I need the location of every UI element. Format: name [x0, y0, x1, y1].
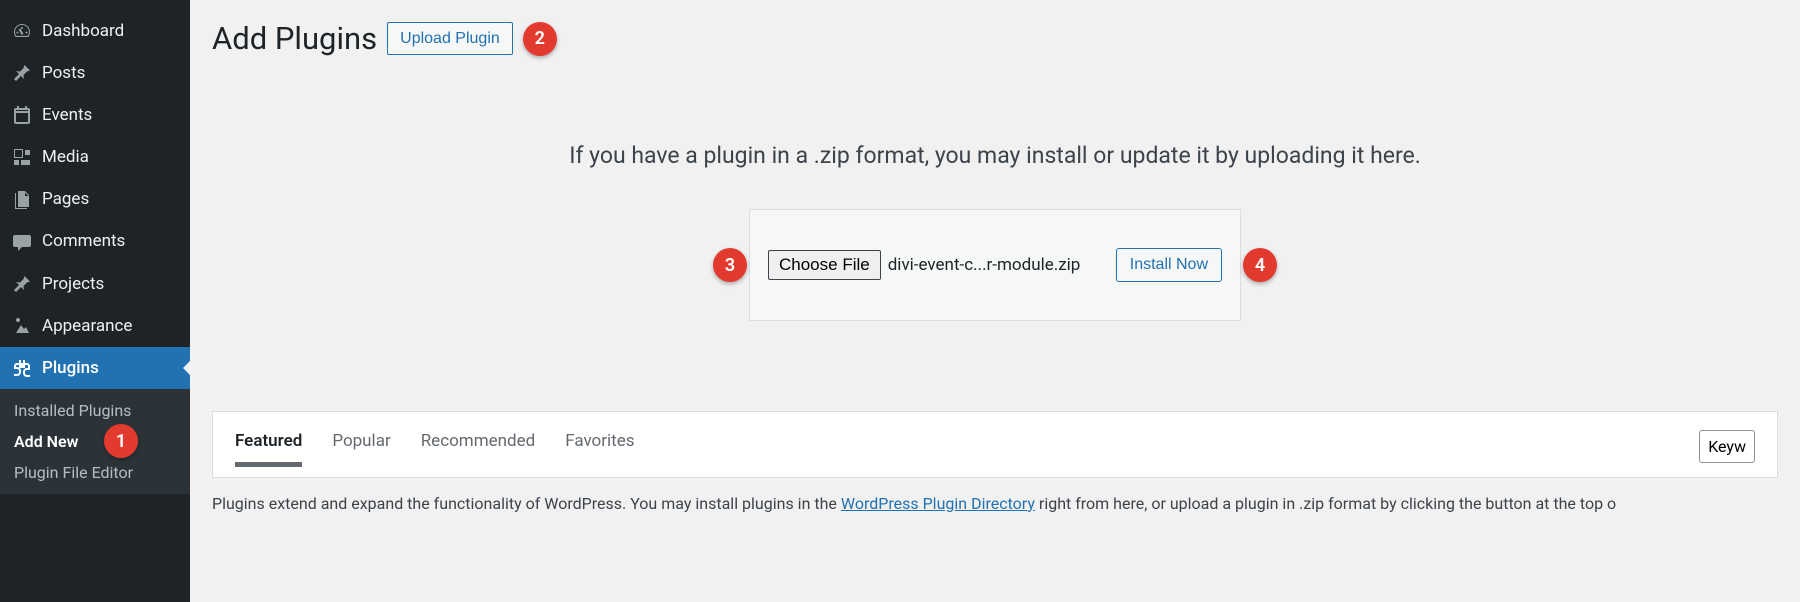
step-badge-3: 3: [713, 248, 747, 282]
sidebar-item-label: Plugins: [42, 357, 99, 379]
search-controls: Keyw: [1699, 430, 1755, 463]
submenu-label: Add New: [14, 432, 78, 451]
page-title: Add Plugins: [212, 20, 377, 57]
admin-sidebar: Dashboard Posts Events Media Pages Comme…: [0, 0, 190, 602]
media-icon: [12, 147, 32, 167]
sidebar-item-label: Appearance: [42, 315, 132, 337]
main-content: Add Plugins Upload Plugin 2 If you have …: [190, 0, 1800, 602]
plugins-description: Plugins extend and expand the functional…: [212, 492, 1778, 516]
step-badge-2: 2: [523, 22, 557, 56]
comments-icon: [12, 232, 32, 252]
tab-recommended[interactable]: Recommended: [421, 431, 536, 463]
upload-box: 3 Choose File divi-event-c...r-module.zi…: [749, 209, 1241, 321]
upload-plugin-button[interactable]: Upload Plugin: [387, 22, 513, 55]
upload-hint-text: If you have a plugin in a .zip format, y…: [212, 142, 1778, 169]
calendar-icon: [12, 105, 32, 125]
sidebar-item-projects[interactable]: Projects: [0, 263, 190, 305]
sidebar-item-label: Pages: [42, 188, 89, 210]
sidebar-item-media[interactable]: Media: [0, 136, 190, 178]
file-input-group: Choose File divi-event-c...r-module.zip: [768, 250, 1080, 280]
sidebar-item-label: Projects: [42, 273, 104, 295]
dashboard-icon: [12, 21, 32, 41]
selected-file-name: divi-event-c...r-module.zip: [888, 255, 1081, 275]
sidebar-item-label: Dashboard: [42, 20, 124, 42]
submenu-installed-plugins[interactable]: Installed Plugins: [0, 395, 190, 426]
plugins-icon: [12, 358, 32, 378]
tab-favorites[interactable]: Favorites: [565, 431, 634, 463]
appearance-icon: [12, 316, 32, 336]
plugin-tabs-panel: Featured Popular Recommended Favorites K…: [212, 411, 1778, 478]
sidebar-item-plugins[interactable]: Plugins: [0, 347, 190, 389]
choose-file-button[interactable]: Choose File: [768, 250, 881, 280]
sidebar-item-label: Comments: [42, 230, 125, 252]
sidebar-item-label: Media: [42, 146, 89, 168]
description-suffix: right from here, or upload a plugin in .…: [1035, 494, 1616, 513]
sidebar-item-posts[interactable]: Posts: [0, 52, 190, 94]
sidebar-item-dashboard[interactable]: Dashboard: [0, 10, 190, 52]
pages-icon: [12, 189, 32, 209]
plugin-tabs: Featured Popular Recommended Favorites: [235, 431, 635, 463]
step-badge-4: 4: [1243, 248, 1277, 282]
plugin-directory-link[interactable]: WordPress Plugin Directory: [841, 494, 1035, 513]
submenu-plugin-file-editor[interactable]: Plugin File Editor: [0, 457, 190, 488]
step-badge-1: 1: [104, 424, 138, 458]
sidebar-item-label: Events: [42, 104, 92, 126]
search-type-select[interactable]: Keyw: [1699, 430, 1755, 463]
submenu-label: Plugin File Editor: [14, 463, 133, 482]
sidebar-item-pages[interactable]: Pages: [0, 178, 190, 220]
tab-featured[interactable]: Featured: [235, 431, 302, 463]
sidebar-item-label: Posts: [42, 62, 85, 84]
submenu-add-new[interactable]: Add New 1: [0, 426, 190, 457]
sidebar-item-appearance[interactable]: Appearance: [0, 305, 190, 347]
install-now-button[interactable]: Install Now: [1116, 248, 1222, 282]
tab-popular[interactable]: Popular: [332, 431, 390, 463]
page-header: Add Plugins Upload Plugin 2: [212, 20, 1778, 57]
pin-icon: [12, 274, 32, 294]
pin-icon: [12, 63, 32, 83]
sidebar-item-events[interactable]: Events: [0, 94, 190, 136]
sidebar-item-comments[interactable]: Comments: [0, 220, 190, 262]
submenu-label: Installed Plugins: [14, 401, 131, 420]
description-prefix: Plugins extend and expand the functional…: [212, 494, 841, 513]
plugins-submenu: Installed Plugins Add New 1 Plugin File …: [0, 389, 190, 494]
